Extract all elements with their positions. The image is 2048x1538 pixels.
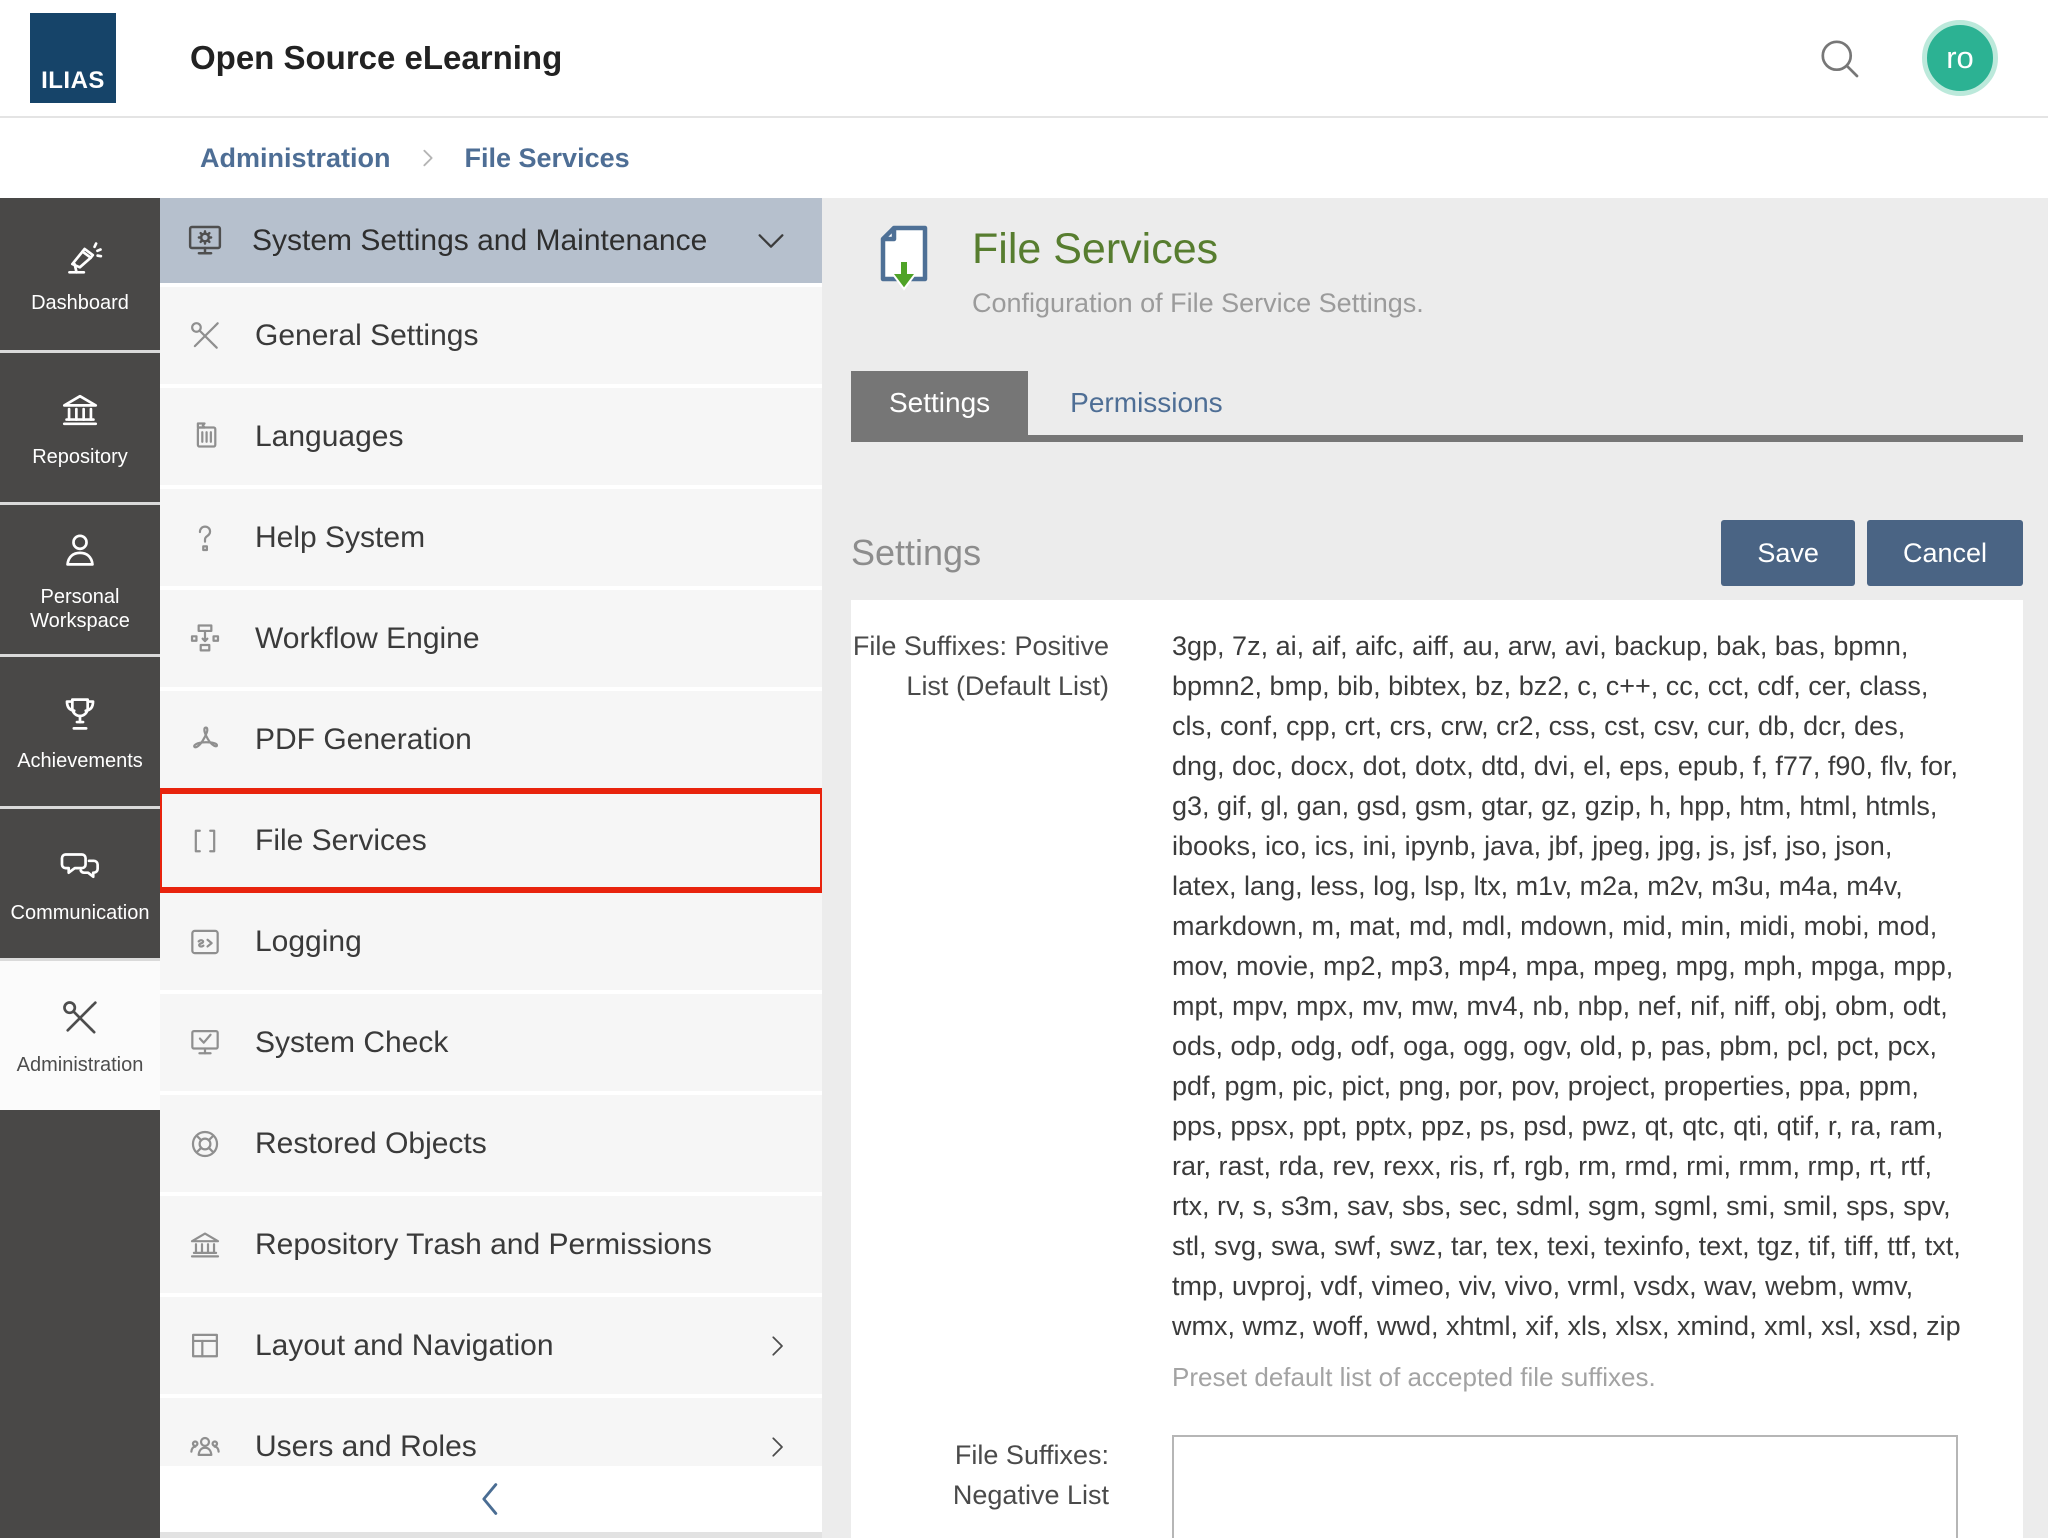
rail-item-dashboard[interactable]: Dashboard xyxy=(0,198,160,350)
log-icon xyxy=(185,923,225,961)
file-download-icon xyxy=(878,225,930,293)
layout-icon xyxy=(185,1327,225,1365)
rail-item-label: Achievements xyxy=(17,749,143,773)
main-rail: Dashboard Repository Personal Workspace Ach… xyxy=(0,198,160,1538)
monitor-gear-icon xyxy=(184,220,226,262)
chevron-right-icon xyxy=(762,1432,792,1462)
tools-icon xyxy=(185,317,225,355)
search-icon[interactable] xyxy=(1812,31,1866,85)
menu-header-system-settings[interactable]: System Settings and Maintenance xyxy=(160,198,822,283)
breadcrumb: Administration File Services xyxy=(0,118,2048,198)
tab-settings[interactable]: Settings xyxy=(851,371,1028,435)
menu-item-logging[interactable]: Logging xyxy=(160,893,822,990)
menu-item-system-check[interactable]: System Check xyxy=(160,994,822,1091)
menu-item-label: Languages xyxy=(255,420,792,454)
form-row-negative-list: File Suffixes: Negative List xyxy=(851,1435,2023,1538)
menu-item-label: Logging xyxy=(255,925,792,959)
page-title: File Services xyxy=(972,225,1424,274)
rail-item-communication[interactable]: Communication xyxy=(0,806,160,958)
breadcrumb-file-services[interactable]: File Services xyxy=(465,143,630,174)
save-button[interactable]: Save xyxy=(1721,520,1855,586)
chevron-right-icon xyxy=(417,147,439,169)
settings-form: File Suffixes: Positive List (Default Li… xyxy=(851,600,2023,1538)
workflow-icon xyxy=(185,620,225,658)
chat-icon xyxy=(57,843,103,889)
positive-list-label: File Suffixes: Positive List (Default Li… xyxy=(851,626,1109,1393)
users-icon xyxy=(185,1428,225,1466)
positive-list-value: 3gp, 7z, ai, aif, aifc, aiff, au, arw, a… xyxy=(1172,626,1962,1346)
bank-icon xyxy=(57,387,103,433)
collapse-menu-button[interactable] xyxy=(160,1466,822,1532)
menu-item-label: Workflow Engine xyxy=(255,622,792,656)
object-header: File Services Configuration of File Serv… xyxy=(878,225,2023,319)
rail-item-label: Dashboard xyxy=(31,291,129,315)
menu-item-workflow-engine[interactable]: Workflow Engine xyxy=(160,590,822,687)
menu-item-languages[interactable]: Languages xyxy=(160,388,822,485)
top-bar: ILIAS Open Source eLearning ro xyxy=(0,0,2048,118)
rail-item-label: Repository xyxy=(32,445,128,469)
ilias-logo[interactable]: ILIAS xyxy=(30,13,116,103)
admin-menu: System Settings and Maintenance General … xyxy=(160,198,822,1538)
tools-icon xyxy=(57,995,103,1041)
menu-item-label: PDF Generation xyxy=(255,723,792,757)
section-title: Settings xyxy=(851,532,981,574)
person-icon xyxy=(57,527,103,573)
menu-item-file-services[interactable]: File Services xyxy=(160,792,822,889)
rail-item-repository[interactable]: Repository xyxy=(0,350,160,502)
menu-item-label: File Services xyxy=(255,824,792,858)
user-avatar[interactable]: ro xyxy=(1922,20,1998,96)
menu-item-repository-trash[interactable]: Repository Trash and Permissions xyxy=(160,1196,822,1293)
chevron-left-icon xyxy=(476,1475,506,1523)
rail-item-personal-workspace[interactable]: Personal Workspace xyxy=(0,502,160,654)
lifebuoy-icon xyxy=(185,1125,225,1163)
brackets-icon xyxy=(185,822,225,860)
menu-item-label: Repository Trash and Permissions xyxy=(255,1228,792,1262)
negative-list-textarea[interactable] xyxy=(1172,1435,1958,1538)
breadcrumb-administration[interactable]: Administration xyxy=(200,143,391,174)
page-subtitle: Configuration of File Service Settings. xyxy=(972,288,1424,319)
form-row-positive-list: File Suffixes: Positive List (Default Li… xyxy=(851,626,2023,1393)
monitor-check-icon xyxy=(185,1024,225,1062)
negative-list-label: File Suffixes: Negative List xyxy=(851,1435,1109,1538)
positive-list-helper: Preset default list of accepted file suf… xyxy=(1172,1362,1962,1393)
avatar-initials: ro xyxy=(1946,40,1974,76)
tab-underline xyxy=(851,435,2023,442)
lamp-icon xyxy=(57,233,103,279)
menu-item-label: Help System xyxy=(255,521,792,555)
menu-item-help-system[interactable]: Help System xyxy=(160,489,822,586)
ilias-logo-text: ILIAS xyxy=(41,67,105,95)
rail-item-achievements[interactable]: Achievements xyxy=(0,654,160,806)
language-icon xyxy=(185,418,225,456)
menu-item-label: General Settings xyxy=(255,319,792,353)
menu-item-label: Restored Objects xyxy=(255,1127,792,1161)
chevron-right-icon xyxy=(762,1331,792,1361)
cancel-button[interactable]: Cancel xyxy=(1867,520,2023,586)
bank-icon xyxy=(185,1226,225,1264)
menu-item-layout-navigation[interactable]: Layout and Navigation xyxy=(160,1297,822,1394)
menu-header-label: System Settings and Maintenance xyxy=(252,224,754,258)
main-content: File Services Configuration of File Serv… xyxy=(822,198,2048,1538)
trophy-icon xyxy=(57,691,103,737)
menu-item-general-settings[interactable]: General Settings xyxy=(160,287,822,384)
chevron-down-icon xyxy=(754,224,788,258)
question-icon xyxy=(185,519,225,557)
menu-item-label: Users and Roles xyxy=(255,1430,762,1464)
rail-item-administration[interactable]: Administration xyxy=(0,958,160,1110)
tab-bar: Settings Permissions xyxy=(851,371,2023,435)
rail-item-label: Communication xyxy=(11,901,150,925)
menu-item-pdf-generation[interactable]: PDF Generation xyxy=(160,691,822,788)
menu-item-restored-objects[interactable]: Restored Objects xyxy=(160,1095,822,1192)
rail-item-label: Administration xyxy=(17,1053,144,1077)
menu-item-label: System Check xyxy=(255,1026,792,1060)
pdf-icon xyxy=(185,721,225,759)
menu-item-label: Layout and Navigation xyxy=(255,1329,762,1363)
rail-item-label: Personal Workspace xyxy=(10,585,150,633)
tab-permissions[interactable]: Permissions xyxy=(1070,387,1222,419)
brand-title: Open Source eLearning xyxy=(190,39,562,77)
